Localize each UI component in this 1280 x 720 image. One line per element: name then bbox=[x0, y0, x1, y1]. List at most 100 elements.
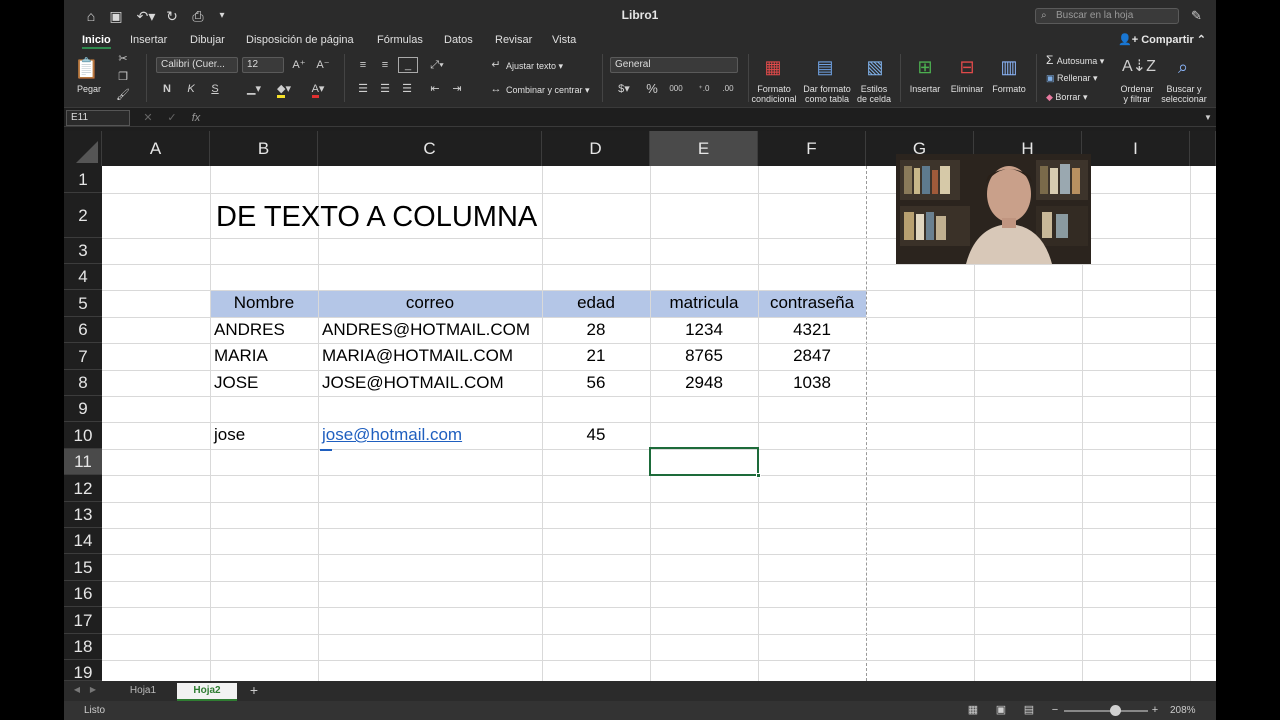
autocorrect-options-icon[interactable] bbox=[320, 449, 332, 452]
row-header-17[interactable]: 17 bbox=[64, 607, 102, 634]
page-break-icon[interactable]: ▤ bbox=[1022, 703, 1036, 717]
cell-d6[interactable]: 28 bbox=[542, 317, 650, 343]
thousands-icon[interactable]: 000 bbox=[666, 82, 686, 96]
conditional-format-button[interactable]: Formato condicional bbox=[750, 84, 798, 104]
sort-filter-icon[interactable]: A⇣Z bbox=[1122, 56, 1156, 78]
select-all-corner[interactable] bbox=[64, 131, 102, 166]
row-header-4[interactable]: 4 bbox=[64, 264, 102, 290]
row-header-3[interactable]: 3 bbox=[64, 238, 102, 264]
cell-d10[interactable]: 45 bbox=[542, 422, 650, 448]
row-header-19[interactable]: 19 bbox=[64, 660, 102, 681]
row-header-7[interactable]: 7 bbox=[64, 343, 102, 370]
insert-cells-button[interactable]: Insertar bbox=[906, 84, 944, 94]
sheet-tab-hoja2[interactable]: Hoja2 bbox=[177, 683, 237, 701]
increase-indent-icon[interactable]: ⇥ bbox=[448, 82, 466, 96]
feedback-icon[interactable]: ✎ bbox=[1191, 8, 1207, 24]
format-cells-icon[interactable]: ▥ bbox=[996, 56, 1022, 78]
cell-c10-link[interactable]: jose@hotmail.com bbox=[322, 422, 462, 448]
fill-handle[interactable] bbox=[756, 473, 761, 478]
delete-cells-icon[interactable]: ⊟ bbox=[954, 56, 980, 78]
font-color-icon[interactable]: A▾ bbox=[306, 82, 330, 98]
tab-inicio[interactable]: Inicio bbox=[82, 33, 111, 49]
name-box[interactable]: E11 bbox=[66, 110, 130, 126]
cell-c7[interactable]: MARIA@HOTMAIL.COM bbox=[322, 343, 513, 369]
cancel-icon[interactable]: ✕ bbox=[142, 111, 154, 125]
header-nombre[interactable]: Nombre bbox=[210, 290, 318, 316]
expand-formula-icon[interactable]: ▼ bbox=[1202, 111, 1214, 125]
borders-icon[interactable]: ▁▾ bbox=[242, 82, 266, 96]
insert-cells-icon[interactable]: ⊞ bbox=[912, 56, 938, 78]
cell-c8[interactable]: JOSE@HOTMAIL.COM bbox=[322, 370, 504, 396]
row-header-12[interactable]: 12 bbox=[64, 475, 102, 502]
cell-e6[interactable]: 1234 bbox=[650, 317, 758, 343]
cell-d7[interactable]: 21 bbox=[542, 343, 650, 369]
conditional-format-icon[interactable]: ▦ bbox=[760, 56, 786, 78]
delete-cells-button[interactable]: Eliminar bbox=[948, 84, 986, 94]
prev-sheet-icon[interactable]: ◀ bbox=[72, 683, 82, 697]
cell-styles-icon[interactable]: ▧ bbox=[862, 56, 888, 78]
page-layout-icon[interactable]: ▣ bbox=[994, 703, 1008, 717]
cell-b7[interactable]: MARIA bbox=[214, 343, 268, 369]
increase-decimal-icon[interactable]: ⁺.0 bbox=[694, 82, 714, 96]
decrease-indent-icon[interactable]: ⇤ bbox=[426, 82, 444, 96]
row-header-14[interactable]: 14 bbox=[64, 528, 102, 554]
sheet-title[interactable]: DE TEXTO A COLUMNA bbox=[216, 197, 537, 237]
add-sheet-icon[interactable]: + bbox=[246, 683, 262, 697]
column-header-c[interactable]: C bbox=[318, 131, 542, 166]
underline-button[interactable]: S bbox=[208, 82, 222, 96]
font-name-select[interactable]: Calibri (Cuer... bbox=[156, 57, 238, 73]
cell-f8[interactable]: 1038 bbox=[758, 370, 866, 396]
autosum-button[interactable]: Σ Autosuma ▾ bbox=[1046, 54, 1104, 66]
fill-color-icon[interactable]: ◆▾ bbox=[272, 82, 296, 98]
row-header-15[interactable]: 15 bbox=[64, 554, 102, 581]
cell-b6[interactable]: ANDRES bbox=[214, 317, 285, 343]
tab-insertar[interactable]: Insertar bbox=[130, 33, 167, 47]
column-header-j[interactable] bbox=[1190, 131, 1216, 166]
paste-icon[interactable]: 📋 bbox=[74, 56, 99, 82]
zoom-out-icon[interactable]: − bbox=[1050, 703, 1060, 717]
cell-f7[interactable]: 2847 bbox=[758, 343, 866, 369]
tab-vista[interactable]: Vista bbox=[552, 33, 576, 47]
tab-datos[interactable]: Datos bbox=[444, 33, 473, 47]
row-header-9[interactable]: 9 bbox=[64, 396, 102, 422]
column-header-e[interactable]: E bbox=[650, 131, 758, 166]
align-middle-icon[interactable]: ≡ bbox=[376, 58, 394, 72]
cell-b10[interactable]: jose bbox=[214, 422, 245, 448]
zoom-slider[interactable] bbox=[1064, 710, 1148, 712]
cell-styles-button[interactable]: Estilos de celda bbox=[854, 84, 894, 104]
merge-center-button[interactable]: Combinar y centrar ▾ bbox=[506, 85, 590, 95]
copy-icon[interactable]: ❐ bbox=[116, 70, 130, 84]
format-table-icon[interactable]: ▤ bbox=[812, 56, 838, 78]
row-header-8[interactable]: 8 bbox=[64, 370, 102, 396]
clear-button[interactable]: ◆ Borrar ▾ bbox=[1046, 92, 1087, 102]
cell-f6[interactable]: 4321 bbox=[758, 317, 866, 343]
merge-center-icon[interactable]: ↔ bbox=[488, 82, 504, 96]
cell-b8[interactable]: JOSE bbox=[214, 370, 258, 396]
header-correo[interactable]: correo bbox=[318, 290, 542, 316]
tab-revisar[interactable]: Revisar bbox=[495, 33, 532, 47]
selected-cell-e11[interactable] bbox=[649, 447, 761, 478]
cell-e8[interactable]: 2948 bbox=[650, 370, 758, 396]
wrap-text-button[interactable]: Ajustar texto ▾ bbox=[506, 61, 563, 71]
percent-icon[interactable]: % bbox=[644, 82, 660, 96]
zoom-in-icon[interactable]: + bbox=[1150, 703, 1160, 717]
align-center-icon[interactable]: ☰ bbox=[376, 82, 394, 96]
row-header-6[interactable]: 6 bbox=[64, 317, 102, 343]
currency-icon[interactable]: $▾ bbox=[612, 82, 636, 96]
next-sheet-icon[interactable]: ▶ bbox=[88, 683, 98, 697]
column-header-i[interactable]: I bbox=[1082, 131, 1190, 166]
decrease-decimal-icon[interactable]: .00 bbox=[718, 82, 738, 96]
cell-d8[interactable]: 56 bbox=[542, 370, 650, 396]
number-format-select[interactable]: General bbox=[610, 57, 738, 73]
share-button[interactable]: 👤+ Compartir ⌃ bbox=[1118, 33, 1206, 46]
bold-button[interactable]: N bbox=[160, 82, 174, 96]
search-sheet-input[interactable]: ⌕ Buscar en la hoja bbox=[1035, 8, 1179, 24]
align-top-icon[interactable]: ≡ bbox=[354, 58, 372, 72]
sort-filter-button[interactable]: Ordenar y filtrar bbox=[1116, 84, 1158, 104]
insert-function-icon[interactable]: fx bbox=[188, 111, 204, 125]
tab-disposicion[interactable]: Disposición de página bbox=[246, 33, 354, 47]
wrap-text-icon[interactable]: ↵ bbox=[488, 58, 504, 72]
row-header-5[interactable]: 5 bbox=[64, 290, 102, 317]
format-painter-icon[interactable]: 🖌 bbox=[116, 88, 130, 102]
cut-icon[interactable]: ✂ bbox=[116, 52, 130, 66]
